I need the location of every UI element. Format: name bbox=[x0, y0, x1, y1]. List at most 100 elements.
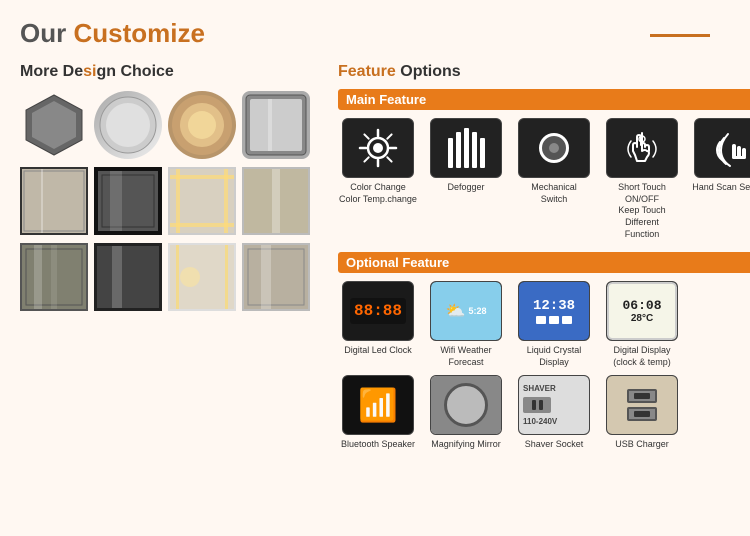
mech-circle bbox=[539, 133, 569, 163]
led-clock-display: 88:88 bbox=[350, 298, 406, 324]
feature-color-change: Color ChangeColor Temp.change bbox=[338, 118, 418, 205]
hand-scan-icon-box bbox=[694, 118, 750, 178]
shaver-voltage: 110-240V bbox=[523, 417, 557, 426]
lcd-icon-2 bbox=[549, 316, 559, 324]
feature-shaver: SHAVER 110-240V Shaver Socket bbox=[514, 375, 594, 451]
feature-hand-scan: Hand Scan Sensor bbox=[690, 118, 750, 194]
header: Our Customize bbox=[20, 18, 730, 49]
magnify-display bbox=[431, 376, 501, 434]
shaver-label: Shaver Socket bbox=[525, 439, 584, 451]
usb-inner-2 bbox=[634, 411, 650, 417]
shaver-label-text: SHAVER bbox=[523, 384, 556, 393]
main-feature-band: Main Feature bbox=[338, 89, 750, 110]
feature-digital-led-clock: 88:88 Digital Led Clock bbox=[338, 281, 418, 357]
optional-features-row1: 88:88 Digital Led Clock ⛅ 5:28 bbox=[338, 281, 750, 368]
color-change-label: Color ChangeColor Temp.change bbox=[339, 182, 417, 205]
weather-icon-box: ⛅ 5:28 bbox=[430, 281, 502, 341]
feature-digital-display: 06:08 28°C Digital Display(clock & temp) bbox=[602, 281, 682, 368]
design-r3-1 bbox=[20, 243, 88, 311]
lcd-icons bbox=[536, 316, 572, 324]
feature-suffix: Options bbox=[396, 63, 461, 80]
mech-inner bbox=[549, 143, 559, 153]
shaver-socket bbox=[523, 397, 551, 413]
feature-usb: USB Charger bbox=[602, 375, 682, 451]
optional-feature-band: Optional Feature bbox=[338, 252, 750, 273]
mech-switch-icon-box bbox=[518, 118, 590, 178]
feature-options-title: Feature Options bbox=[338, 63, 750, 81]
lcd-icon-1 bbox=[536, 316, 546, 324]
shaver-hole-2 bbox=[539, 400, 543, 410]
dig-time: 06:08 bbox=[622, 298, 661, 313]
design-r2-3 bbox=[168, 167, 236, 235]
magnify-icon-box bbox=[430, 375, 502, 435]
feature-short-touch: Short Touch ON/OFFKeep Touch DifferentFu… bbox=[602, 118, 682, 240]
lcd-icon-box: 12:38 bbox=[518, 281, 590, 341]
feature-lcd: 12:38 Liquid Crystal Display bbox=[514, 281, 594, 368]
defogger-icon-box bbox=[430, 118, 502, 178]
design-rect bbox=[242, 91, 310, 159]
lcd-time: 12:38 bbox=[533, 298, 575, 314]
design-choice-title: More Design Choice bbox=[20, 63, 320, 81]
magnify-label: Magnifying Mirror bbox=[431, 439, 501, 451]
usb-label: USB Charger bbox=[615, 439, 669, 451]
magnify-circle bbox=[444, 383, 488, 427]
feature-mech-switch: MechanicalSwitch bbox=[514, 118, 594, 205]
lcd-label: Liquid Crystal Display bbox=[514, 345, 594, 368]
design-row2 bbox=[20, 167, 320, 235]
feature-defogger: Defogger bbox=[426, 118, 506, 194]
design-oval bbox=[168, 91, 236, 159]
hand-scan-label: Hand Scan Sensor bbox=[692, 182, 750, 194]
design-circle bbox=[94, 91, 162, 159]
touch-label: Short Touch ON/OFFKeep Touch DifferentFu… bbox=[602, 182, 682, 240]
usb-display bbox=[607, 376, 677, 434]
color-change-icon-box bbox=[342, 118, 414, 178]
design-row3 bbox=[20, 243, 320, 311]
design-hex bbox=[20, 91, 88, 159]
defogger-label: Defogger bbox=[447, 182, 484, 194]
feature-bluetooth: 📶 Bluetooth Speaker bbox=[338, 375, 418, 451]
left-section: More Design Choice bbox=[20, 63, 320, 457]
digital-icon-box: 06:08 28°C bbox=[606, 281, 678, 341]
design-r2-2 bbox=[94, 167, 162, 235]
defog-icon bbox=[448, 128, 485, 168]
feature-magnifying: Magnifying Mirror bbox=[426, 375, 506, 451]
bluetooth-icon-box: 📶 bbox=[342, 375, 414, 435]
page: Our Customize More Design Choice bbox=[0, 0, 750, 536]
usb-port-1 bbox=[627, 389, 657, 403]
right-section: Feature Options Main Feature bbox=[338, 63, 750, 457]
header-line bbox=[650, 34, 710, 37]
design-r3-3 bbox=[168, 243, 236, 311]
led-clock-icon-box: 88:88 bbox=[342, 281, 414, 341]
led-clock-label: Digital Led Clock bbox=[344, 345, 412, 357]
optional-features-row2: 📶 Bluetooth Speaker Magnifying Mirror bbox=[338, 375, 750, 451]
shaver-display: SHAVER 110-240V bbox=[519, 376, 589, 434]
lcd-icon-3 bbox=[562, 316, 572, 324]
weather-display: ⛅ 5:28 bbox=[431, 282, 501, 340]
design-r2-1 bbox=[20, 167, 88, 235]
bluetooth-icon: 📶 bbox=[358, 386, 398, 424]
title-prefix: Our bbox=[20, 18, 73, 48]
digital-display-screen: 06:08 28°C bbox=[607, 282, 677, 340]
main-features-row: Color ChangeColor Temp.change Defogger bbox=[338, 118, 750, 240]
touch-icon-box bbox=[606, 118, 678, 178]
page-title: Our Customize bbox=[20, 18, 205, 49]
dig-temp: 28°C bbox=[631, 313, 653, 324]
weather-label: Wifi Weather Forecast bbox=[426, 345, 506, 368]
title-highlight: Customize bbox=[73, 18, 204, 48]
usb-inner-1 bbox=[634, 393, 650, 399]
design-r3-4 bbox=[242, 243, 310, 311]
usb-port-2 bbox=[627, 407, 657, 421]
lcd-display: 12:38 bbox=[519, 282, 589, 340]
shaver-icon-box: SHAVER 110-240V bbox=[518, 375, 590, 435]
feature-highlight: Feature bbox=[338, 63, 396, 80]
usb-icon-box bbox=[606, 375, 678, 435]
design-shapes-row bbox=[20, 91, 320, 159]
design-r3-2 bbox=[94, 243, 162, 311]
digital-display-label: Digital Display(clock & temp) bbox=[613, 345, 671, 368]
feature-wifi-weather: ⛅ 5:28 Wifi Weather Forecast bbox=[426, 281, 506, 368]
main-content: More Design Choice bbox=[20, 63, 730, 457]
design-r2-4 bbox=[242, 167, 310, 235]
bluetooth-label: Bluetooth Speaker bbox=[341, 439, 415, 451]
mech-switch-label: MechanicalSwitch bbox=[531, 182, 577, 205]
shaver-hole-1 bbox=[532, 400, 536, 410]
